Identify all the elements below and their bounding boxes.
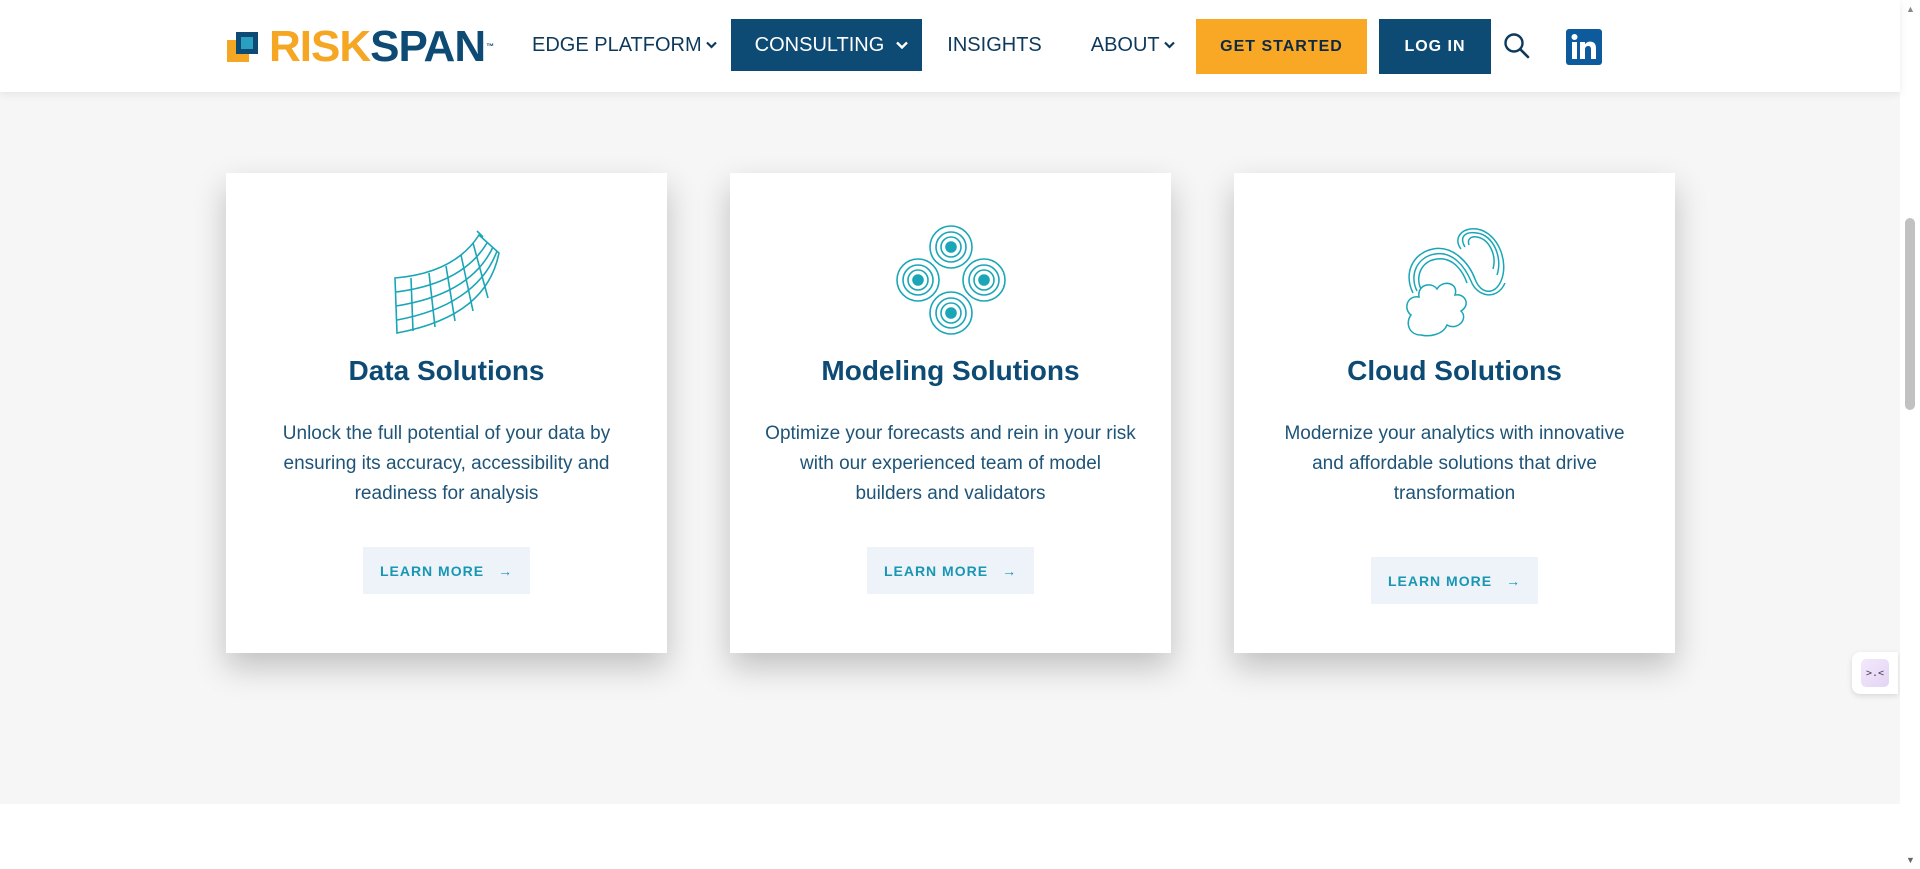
riskspan-logo[interactable]: RISKSPAN™ [227,25,494,69]
learn-more-button[interactable]: LEARN MORE → [1371,557,1538,604]
chevron-down-icon [896,38,909,52]
card-title: Data Solutions [348,355,545,386]
get-started-button[interactable]: GET STARTED [1196,19,1367,74]
nav-edge-platform-label: EDGE PLATFORM [532,33,702,56]
logo-mark-icon [227,30,261,64]
logo-risk-text: RISK [269,22,371,71]
nav-about[interactable]: ABOUT [1067,19,1189,71]
nav-edge-platform[interactable]: EDGE PLATFORM [518,19,731,71]
logo-trademark: ™ [486,42,494,51]
card-description: Unlock the full potential of your data b… [282,423,611,504]
chat-widget-label: >.< [1861,659,1889,687]
arrow-right-icon: → [498,562,514,579]
search-icon[interactable] [1503,32,1531,60]
cloud-spiral-icon [1399,223,1511,339]
learn-more-label: LEARN MORE [883,562,989,579]
learn-more-button[interactable]: LEARN MORE → [363,547,530,594]
data-grid-icon [391,223,503,339]
site-header: RISKSPAN™ EDGE PLATFORM CONSULTING INSIG… [0,0,1900,92]
nav-consulting-label: CONSULTING [754,33,885,56]
modeling-circles-icon [895,223,1007,339]
logo-wordmark: RISKSPAN™ [269,25,494,69]
card-description: Optimize your forecasts and rein in your… [765,423,1136,504]
chat-widget-button[interactable]: >.< [1852,652,1898,694]
logo-span-text: SPAN [370,22,486,71]
log-in-button[interactable]: LOG IN [1379,19,1491,74]
page-scrollbar[interactable]: ▲ ▼ [1900,0,1920,869]
chevron-down-icon [1163,38,1175,52]
chevron-down-icon [705,38,717,52]
learn-more-label: LEARN MORE [379,562,485,579]
scroll-up-icon[interactable]: ▲ [1906,4,1915,14]
arrow-right-icon: → [1506,572,1522,589]
learn-more-button[interactable]: LEARN MORE → [867,547,1034,594]
card-cloud-solutions: Cloud Solutions Modernize your analytics… [1234,173,1675,653]
next-section [0,804,1900,869]
nav-insights[interactable]: INSIGHTS [922,19,1066,71]
nav-consulting[interactable]: CONSULTING [730,19,923,71]
card-description: Modernize your analytics with innovative… [1284,423,1625,504]
card-title: Modeling Solutions [821,355,1080,386]
main-nav: EDGE PLATFORM CONSULTING INSIGHTS ABOUT [518,19,1189,71]
linkedin-icon[interactable] [1566,29,1602,65]
learn-more-label: LEARN MORE [1387,572,1493,589]
nav-about-label: ABOUT [1090,33,1160,56]
card-title: Cloud Solutions [1347,355,1562,386]
scroll-down-icon[interactable]: ▼ [1906,855,1915,865]
nav-insights-label: INSIGHTS [947,33,1042,56]
arrow-right-icon: → [1002,562,1018,579]
card-modeling-solutions: Modeling Solutions Optimize your forecas… [730,173,1171,653]
card-data-solutions: Data Solutions Unlock the full potential… [226,173,667,653]
scrollbar-thumb[interactable] [1905,218,1915,410]
